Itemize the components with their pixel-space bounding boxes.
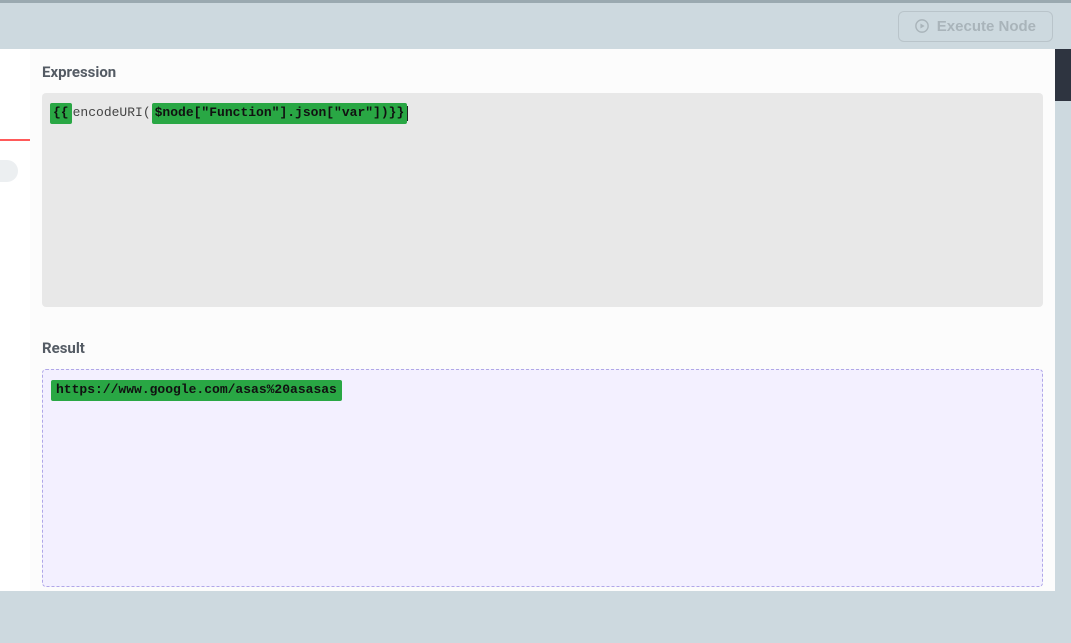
left-sidebar-active-indicator bbox=[0, 139, 30, 141]
result-output: https://www.google.com/asas%20asasas bbox=[42, 369, 1043, 587]
header-bar: Execute Node bbox=[0, 3, 1071, 49]
right-docker-strip bbox=[1055, 49, 1071, 101]
execute-node-label: Execute Node bbox=[937, 18, 1036, 35]
play-circle-icon bbox=[915, 19, 929, 33]
expression-token-open-braces: {{ bbox=[50, 103, 72, 124]
expression-content: {{ encodeURI( $node["Function"].json["va… bbox=[50, 103, 410, 124]
result-value: https://www.google.com/asas%20asasas bbox=[51, 380, 342, 401]
text-cursor bbox=[407, 106, 408, 121]
expression-token-function-call: encodeURI( bbox=[72, 103, 152, 124]
expression-token-node-reference: $node["Function"].json["var"])}} bbox=[152, 103, 408, 124]
expression-section-label: Expression bbox=[42, 63, 1043, 81]
left-sidebar-sliver bbox=[0, 49, 30, 591]
execute-node-button[interactable]: Execute Node bbox=[898, 11, 1053, 42]
section-spacer bbox=[42, 307, 1043, 339]
expression-editor-panel: Expression {{ encodeURI( $node["Function… bbox=[30, 49, 1055, 591]
expression-input[interactable]: {{ encodeURI( $node["Function"].json["va… bbox=[42, 93, 1043, 307]
result-section-label: Result bbox=[42, 339, 1043, 357]
